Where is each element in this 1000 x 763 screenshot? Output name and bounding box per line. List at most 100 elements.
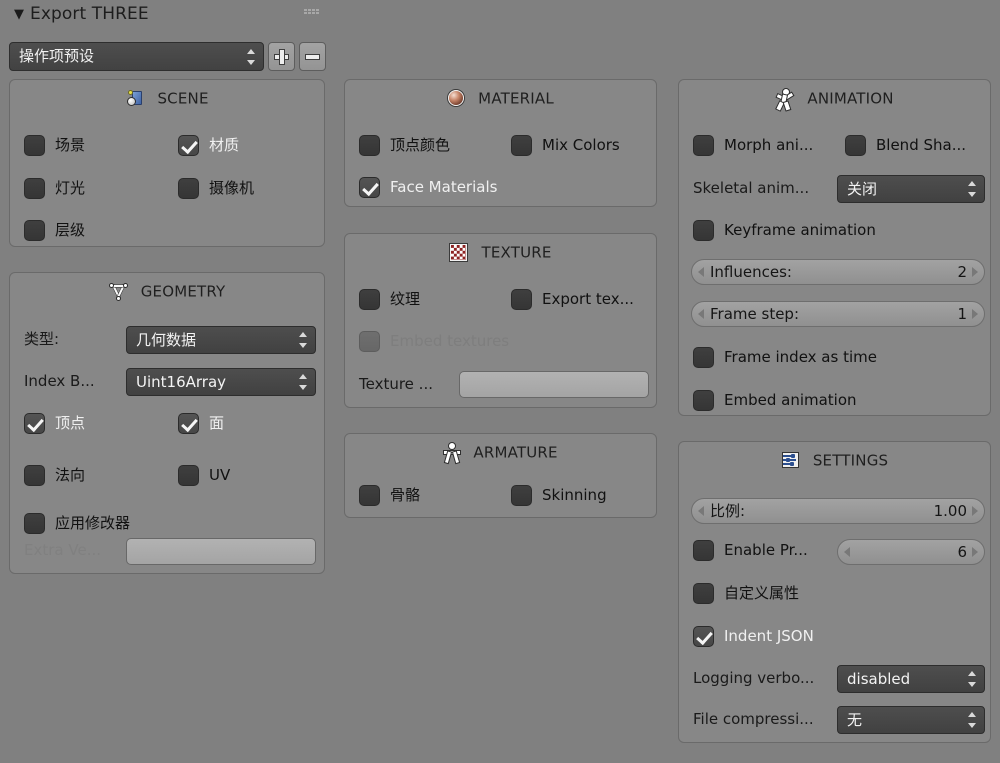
geometry-type-dropdown[interactable]: 几何数据: [126, 326, 316, 354]
geometry-icon: [108, 282, 129, 302]
checkbox-box: [693, 220, 714, 241]
settings-logging-label: Logging verbo...: [693, 669, 815, 687]
settings-compression-value: 无: [847, 711, 863, 729]
checkbox-label: Mix Colors: [542, 136, 620, 154]
geometry-extra-label: Extra Ve...: [24, 541, 101, 559]
settings-compression-dropdown[interactable]: 无: [837, 706, 985, 734]
panel-scene-header: SCENE: [10, 88, 324, 108]
checkbox-box: [24, 178, 45, 199]
checkbox-box: [178, 465, 199, 486]
slider-label: Frame step:: [710, 305, 800, 323]
checkbox-label: 应用修改器: [55, 514, 131, 532]
slider-scale[interactable]: 比例: 1.00: [691, 498, 985, 524]
texture-path-label: Texture ...: [359, 375, 433, 393]
panel-animation-title: ANIMATION: [807, 89, 894, 108]
settings-logging-dropdown[interactable]: disabled: [837, 665, 985, 693]
arrow-left-icon[interactable]: [698, 506, 704, 516]
checkbox-label: 场景: [55, 136, 86, 154]
checkbox-label: Keyframe animation: [724, 221, 876, 239]
checkbox-label: 骨骼: [390, 486, 421, 504]
arrow-left-icon[interactable]: [698, 267, 704, 277]
slider-label: 比例:: [710, 502, 746, 520]
geometry-index-value: Uint16Array: [136, 373, 227, 391]
drag-grip-icon[interactable]: [304, 8, 320, 17]
chevron-updown-icon: [299, 373, 308, 391]
arrow-right-icon[interactable]: [972, 309, 978, 319]
geometry-type-label: 类型:: [24, 330, 60, 348]
checkbox-label: Morph ani...: [724, 136, 814, 154]
panel-settings: SETTINGS 比例: 1.00 Enable Pr... 6 自定义属性 I…: [678, 441, 991, 743]
arrow-right-icon[interactable]: [972, 506, 978, 516]
panel-settings-header: SETTINGS: [679, 450, 990, 470]
checkbox-box: [693, 390, 714, 411]
scene-icon: [125, 89, 145, 108]
geometry-extra-input[interactable]: [126, 538, 316, 565]
preset-dropdown[interactable]: 操作项预设: [9, 42, 264, 71]
preset-value: 操作项预设: [19, 47, 95, 65]
chevron-updown-icon: [968, 670, 977, 688]
panel-settings-title: SETTINGS: [812, 451, 889, 470]
slider-precision[interactable]: 6: [837, 539, 985, 565]
panel-texture-title: TEXTURE: [481, 243, 552, 262]
chevron-updown-icon: [299, 331, 308, 349]
checkbox-label: Skinning: [542, 486, 607, 504]
animation-skeletal-label: Skeletal anim...: [693, 179, 810, 197]
panel-scene: SCENE 场景 材质 灯光 摄像机 层级: [9, 79, 325, 247]
arrow-right-icon[interactable]: [972, 547, 978, 557]
add-preset-button[interactable]: [268, 42, 295, 71]
slider-influences[interactable]: Influences: 2: [691, 259, 985, 285]
checkbox-label: Embed textures: [390, 332, 510, 350]
chevron-updown-icon: [968, 711, 977, 729]
arrow-left-icon[interactable]: [844, 547, 850, 557]
texture-path-input[interactable]: [459, 371, 649, 398]
window-title: Export THREE: [30, 4, 149, 24]
checkbox-box: [693, 540, 714, 561]
slider-label: Influences:: [710, 263, 792, 281]
checkbox-box: [511, 485, 532, 506]
slider-value: 2: [957, 263, 967, 281]
geometry-index-label: Index B...: [24, 372, 95, 390]
material-icon: [447, 89, 466, 108]
checkbox-box: [359, 331, 380, 352]
panel-material: MATERIAL 顶点颜色 Mix Colors Face Materials: [344, 79, 657, 207]
animation-skeletal-value: 关闭: [847, 180, 878, 198]
panel-material-title: MATERIAL: [478, 89, 554, 108]
checkbox-box: [511, 289, 532, 310]
slider-value: 1.00: [933, 502, 967, 520]
arrow-left-icon[interactable]: [698, 309, 704, 319]
triangle-down-icon[interactable]: ▼: [12, 5, 26, 25]
checkbox-label: 摄像机: [209, 179, 255, 197]
minus-icon: [306, 55, 319, 59]
checkbox-box: [845, 135, 866, 156]
checkbox-label: 面: [209, 414, 225, 432]
panel-animation-header: ANIMATION: [679, 88, 990, 110]
checkbox-label: Embed animation: [724, 391, 857, 409]
checkbox-label: 材质: [209, 136, 240, 154]
checkbox-box: [178, 178, 199, 199]
checkbox-box: [511, 135, 532, 156]
panel-armature-title: ARMATURE: [473, 443, 558, 462]
checkbox-box: [24, 465, 45, 486]
checkbox-label: Indent JSON: [724, 627, 814, 645]
slider-value: 1: [957, 305, 967, 323]
checkbox-box: [359, 177, 380, 198]
texture-icon: [449, 243, 469, 262]
checkbox-label: 顶点: [55, 414, 86, 432]
slider-frame-step[interactable]: Frame step: 1: [691, 301, 985, 327]
panel-geometry: GEOMETRY 类型: 几何数据 Index B... Uint16Array…: [9, 272, 325, 574]
panel-geometry-header: GEOMETRY: [10, 281, 324, 302]
animation-icon: [775, 88, 795, 110]
panel-texture: TEXTURE 纹理 Export tex... Embed textures …: [344, 233, 657, 408]
remove-preset-button[interactable]: [299, 42, 326, 71]
checkbox-label: Face Materials: [390, 178, 498, 196]
settings-icon: [781, 451, 801, 470]
checkbox-label: Export tex...: [542, 290, 634, 308]
checkbox-box: [24, 513, 45, 534]
chevron-updown-icon: [247, 48, 256, 66]
settings-logging-value: disabled: [847, 670, 911, 688]
animation-skeletal-dropdown[interactable]: 关闭: [837, 175, 985, 203]
geometry-index-dropdown[interactable]: Uint16Array: [126, 368, 316, 396]
geometry-type-value: 几何数据: [136, 331, 197, 349]
arrow-right-icon[interactable]: [972, 267, 978, 277]
panel-scene-title: SCENE: [157, 89, 209, 108]
